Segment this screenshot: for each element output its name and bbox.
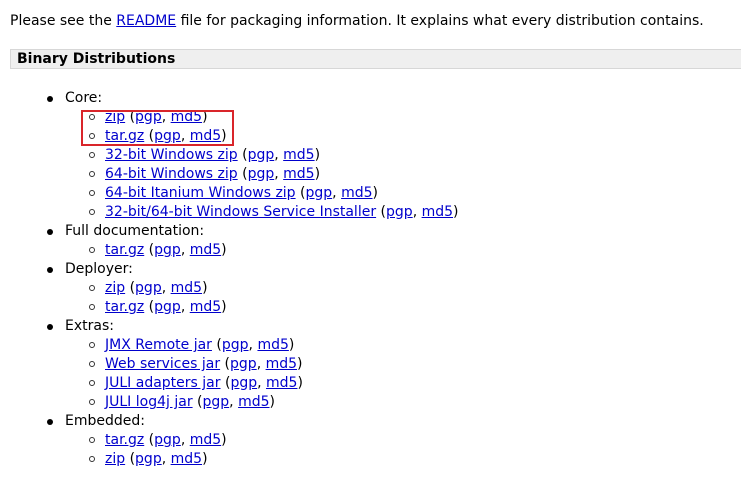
- download-link[interactable]: JULI log4j jar: [105, 394, 193, 410]
- group-label: Extras:: [65, 318, 114, 334]
- download-list: zip (pgp, md5) tar.gz (pgp, md5): [65, 279, 459, 317]
- download-link[interactable]: Web services jar: [105, 356, 220, 372]
- download-link[interactable]: JMX Remote jar: [105, 337, 212, 353]
- download-list: tar.gz (pgp, md5): [65, 241, 459, 260]
- md5-link[interactable]: md5: [171, 451, 202, 467]
- download-item: JULI adapters jar (pgp, md5): [65, 374, 459, 393]
- md5-link[interactable]: md5: [171, 109, 202, 125]
- md5-link[interactable]: md5: [238, 394, 269, 410]
- download-item: zip (pgp, md5): [65, 108, 459, 127]
- group-label: Deployer:: [65, 261, 133, 277]
- download-item: JULI log4j jar (pgp, md5): [65, 393, 459, 412]
- download-list: zip (pgp, md5) tar.gz (pgp, md5) 32-bit Wi…: [65, 108, 459, 222]
- pgp-link[interactable]: pgp: [135, 280, 162, 296]
- download-item: 64-bit Itanium Windows zip (pgp, md5): [65, 184, 459, 203]
- distribution-group: Core: zip (pgp, md5) tar.gz (pgp, md5) 32-b…: [10, 89, 459, 222]
- intro-text: Please see the README file for packaging…: [10, 11, 704, 31]
- download-list: JMX Remote jar (pgp, md5) Web services ja…: [65, 336, 459, 412]
- pgp-link[interactable]: pgp: [230, 356, 257, 372]
- download-item: 32-bit Windows zip (pgp, md5): [65, 146, 459, 165]
- pgp-link[interactable]: pgp: [386, 204, 413, 220]
- pgp-link[interactable]: pgp: [154, 242, 181, 258]
- download-link[interactable]: 64-bit Windows zip: [105, 166, 238, 182]
- md5-link[interactable]: md5: [266, 356, 297, 372]
- md5-link[interactable]: md5: [266, 375, 297, 391]
- md5-link[interactable]: md5: [190, 299, 221, 315]
- md5-link[interactable]: md5: [422, 204, 453, 220]
- md5-link[interactable]: md5: [283, 147, 314, 163]
- download-item: 64-bit Windows zip (pgp, md5): [65, 165, 459, 184]
- pgp-link[interactable]: pgp: [154, 299, 181, 315]
- group-label: Embedded:: [65, 413, 145, 429]
- pgp-link[interactable]: pgp: [154, 128, 181, 144]
- download-item: tar.gz (pgp, md5): [65, 298, 459, 317]
- intro-text-before: Please see the: [10, 13, 117, 29]
- pgp-link[interactable]: pgp: [203, 394, 230, 410]
- download-item: Web services jar (pgp, md5): [65, 355, 459, 374]
- md5-link[interactable]: md5: [190, 128, 221, 144]
- download-item: 32-bit/64-bit Windows Service Installer …: [65, 203, 459, 222]
- md5-link[interactable]: md5: [341, 185, 372, 201]
- pgp-link[interactable]: pgp: [230, 375, 257, 391]
- download-item: tar.gz (pgp, md5): [65, 127, 459, 146]
- download-item: tar.gz (pgp, md5): [65, 431, 459, 450]
- md5-link[interactable]: md5: [171, 280, 202, 296]
- distribution-group: Full documentation: tar.gz (pgp, md5): [10, 222, 459, 260]
- download-item: zip (pgp, md5): [65, 279, 459, 298]
- download-link[interactable]: tar.gz: [105, 432, 144, 448]
- download-list: tar.gz (pgp, md5) zip (pgp, md5): [65, 431, 459, 469]
- md5-link[interactable]: md5: [283, 166, 314, 182]
- download-link[interactable]: tar.gz: [105, 299, 144, 315]
- group-label: Core:: [65, 90, 103, 106]
- download-link[interactable]: tar.gz: [105, 242, 144, 258]
- md5-link[interactable]: md5: [190, 242, 221, 258]
- pgp-link[interactable]: pgp: [154, 432, 181, 448]
- distribution-group: Extras: JMX Remote jar (pgp, md5) Web serv…: [10, 317, 459, 412]
- pgp-link[interactable]: pgp: [135, 451, 162, 467]
- pgp-link[interactable]: pgp: [248, 147, 275, 163]
- download-item: zip (pgp, md5): [65, 450, 459, 469]
- download-link[interactable]: 32-bit Windows zip: [105, 147, 238, 163]
- pgp-link[interactable]: pgp: [222, 337, 249, 353]
- pgp-link[interactable]: pgp: [306, 185, 333, 201]
- distribution-group: Deployer: zip (pgp, md5) tar.gz (pgp, md5): [10, 260, 459, 317]
- distribution-group: Embedded: tar.gz (pgp, md5) zip (pgp, md5): [10, 412, 459, 469]
- intro-text-after: file for packaging information. It expla…: [176, 13, 704, 29]
- download-link[interactable]: zip: [105, 280, 125, 296]
- distribution-list: Core: zip (pgp, md5) tar.gz (pgp, md5) 32-b…: [10, 89, 459, 469]
- download-link[interactable]: JULI adapters jar: [105, 375, 221, 391]
- md5-link[interactable]: md5: [257, 337, 288, 353]
- download-item: tar.gz (pgp, md5): [65, 241, 459, 260]
- pgp-link[interactable]: pgp: [248, 166, 275, 182]
- download-item: JMX Remote jar (pgp, md5): [65, 336, 459, 355]
- download-link[interactable]: 32-bit/64-bit Windows Service Installer: [105, 204, 376, 220]
- download-link[interactable]: zip: [105, 109, 125, 125]
- section-title: Binary Distributions: [17, 51, 176, 67]
- section-header: Binary Distributions: [10, 49, 741, 69]
- group-label: Full documentation:: [65, 223, 205, 239]
- pgp-link[interactable]: pgp: [135, 109, 162, 125]
- readme-link[interactable]: README: [116, 13, 176, 29]
- download-link[interactable]: 64-bit Itanium Windows zip: [105, 185, 296, 201]
- download-link[interactable]: zip: [105, 451, 125, 467]
- download-link[interactable]: tar.gz: [105, 128, 144, 144]
- md5-link[interactable]: md5: [190, 432, 221, 448]
